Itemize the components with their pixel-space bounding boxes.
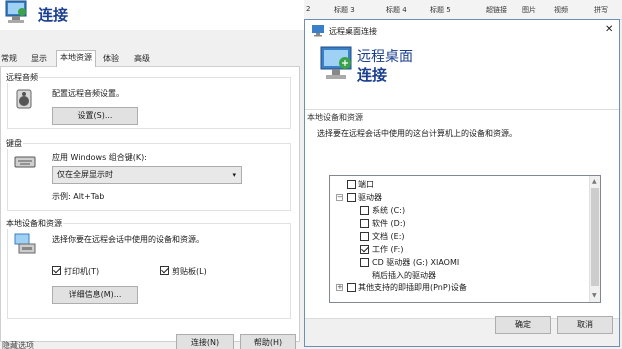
hide-options-link[interactable]: 隐藏选项 (2, 340, 34, 349)
app-icon (312, 25, 324, 37)
left-title: 连接 (38, 6, 69, 24)
pnp-checkbox[interactable] (347, 283, 356, 292)
tree-item-work: 工作 (F:) (372, 245, 404, 254)
audio-group-label: 远程音频 (5, 72, 39, 83)
tree-item-later: 稍后插入的驱动器 (372, 271, 436, 280)
dialog-titlebar: 远程桌面连接 ✕ (305, 20, 619, 41)
clipboard-checkbox[interactable] (160, 266, 169, 275)
dialog-heading-2: 连接 (357, 66, 388, 84)
software-drive-checkbox[interactable] (360, 219, 369, 228)
remote-desktop-icon (5, 0, 27, 23)
tree-item-drives: 驱动器 (358, 193, 382, 202)
toolbar-item[interactable]: 2 (306, 5, 310, 13)
left-header: 连接 (0, 0, 304, 30)
toolbar-item[interactable]: 标题 4 (386, 5, 407, 15)
dialog-group-label: 本地设备和资源 (307, 113, 363, 122)
ok-button[interactable]: 确定 (495, 316, 551, 334)
speaker-icon (16, 89, 32, 109)
tree-item-cd: CD 驱动器 (G:) XIAOMI (372, 258, 460, 267)
keyboard-example: 示例: Alt+Tab (52, 192, 105, 201)
remote-desktop-monitor-icon (320, 46, 352, 79)
toolbar-item[interactable]: 拼写 (594, 5, 608, 15)
tab-general[interactable]: 常规 (0, 52, 20, 66)
tab-local-resources[interactable]: 本地资源 (56, 50, 96, 67)
scroll-up-icon[interactable]: ▲ (592, 178, 597, 185)
dialog-header: 远程桌面 连接 (305, 41, 619, 109)
toolbar-item[interactable]: 标题 5 (430, 5, 451, 15)
connect-button[interactable]: 连接(N) (176, 334, 234, 349)
audio-settings-button[interactable]: 设置(S)... (52, 107, 138, 125)
keyboard-icon (14, 156, 36, 168)
keyboard-combo-value: 仅在全屏显示时 (57, 170, 113, 179)
details-button[interactable]: 详细信息(M)... (52, 286, 138, 304)
scroll-thumb[interactable] (591, 188, 599, 286)
tree-scrollbar[interactable]: ▲ ▼ (589, 176, 600, 302)
help-button[interactable]: 帮助(H) (240, 334, 296, 349)
docs-drive-checkbox[interactable] (360, 232, 369, 241)
printer-label: 打印机(T) (64, 267, 100, 276)
scroll-down-icon[interactable]: ▼ (592, 292, 597, 299)
keyboard-label: 应用 Windows 组合键(K): (52, 153, 147, 162)
close-icon[interactable]: ✕ (605, 24, 613, 35)
tree-item-software: 软件 (D:) (372, 219, 406, 228)
audio-group: 远程音频 配置远程音频设置。 设置(S)... (5, 72, 291, 129)
expand-icon[interactable]: + (336, 284, 343, 291)
system-drive-checkbox[interactable] (360, 206, 369, 215)
local-resources-panel: 远程音频 配置远程音频设置。 设置(S)... 键盘 应用 Windows 组合… (0, 66, 300, 342)
chevron-down-icon: ▾ (232, 171, 236, 179)
toolbar-item[interactable]: 超链接 (486, 5, 507, 15)
toolbar-item[interactable]: 标题 3 (334, 5, 355, 15)
keyboard-group: 键盘 应用 Windows 组合键(K): 仅在全屏显示时 ▾ 示例: Alt+… (5, 138, 291, 211)
dialog-content: 本地设备和资源 选择要在远程会话中使用的这台计算机上的设备和资源。 端口 − 驱… (305, 109, 619, 319)
keyboard-group-label: 键盘 (5, 138, 23, 149)
cd-drive-checkbox[interactable] (360, 258, 369, 267)
background-toolbar: 2 标题 3 标题 4 标题 5 超链接 图片 视频 拼写 (304, 0, 622, 20)
clipboard-label: 剪贴板(L) (172, 267, 207, 276)
tab-experience[interactable]: 体验 (100, 52, 122, 66)
tab-strip: 常规 显示 本地资源 体验 高级 (0, 50, 304, 67)
tree-item-port: 端口 (358, 180, 374, 189)
port-checkbox[interactable] (347, 180, 356, 189)
tab-display[interactable]: 显示 (28, 52, 50, 66)
local-devices-group-label: 本地设备和资源 (5, 218, 63, 229)
dialog-window-title: 远程桌面连接 (329, 27, 377, 36)
remote-desktop-dialog: 远程桌面连接 ✕ 远程桌面 连接 本地设备和资源 选择要在远程会话中使用的这台计… (304, 19, 620, 347)
devices-icon (14, 233, 36, 254)
audio-desc: 配置远程音频设置。 (52, 89, 124, 98)
tree-item-system: 系统 (C:) (372, 206, 406, 215)
local-devices-group: 本地设备和资源 选择你要在远程会话中使用的设备和资源。 打印机(T) 剪贴板(L… (5, 218, 291, 319)
device-tree[interactable]: 端口 − 驱动器 系统 (C:) 软件 (D:) 文档 (E:) 工作 (F:)… (329, 175, 601, 303)
left-window: 连接 常规 显示 本地资源 体验 高级 远程音频 配置远程音频设置。 设置(S)… (0, 0, 304, 349)
tab-advanced[interactable]: 高级 (131, 52, 153, 66)
toolbar-item[interactable]: 图片 (522, 5, 536, 15)
drives-checkbox[interactable] (347, 193, 356, 202)
printer-checkbox[interactable] (52, 266, 61, 275)
keyboard-combo[interactable]: 仅在全屏显示时 ▾ (52, 166, 242, 184)
collapse-icon[interactable]: − (336, 194, 343, 201)
dialog-description: 选择要在远程会话中使用的这台计算机上的设备和资源。 (317, 129, 517, 138)
dialog-heading-1: 远程桌面 (357, 49, 413, 65)
tree-item-pnp: 其他支持的即插即用(PnP)设备 (358, 283, 467, 292)
work-drive-checkbox[interactable] (360, 245, 369, 254)
local-devices-desc: 选择你要在远程会话中使用的设备和资源。 (52, 235, 204, 244)
cancel-button[interactable]: 取消 (557, 316, 613, 334)
tree-item-docs: 文档 (E:) (372, 232, 405, 241)
toolbar-item[interactable]: 视频 (554, 5, 568, 15)
